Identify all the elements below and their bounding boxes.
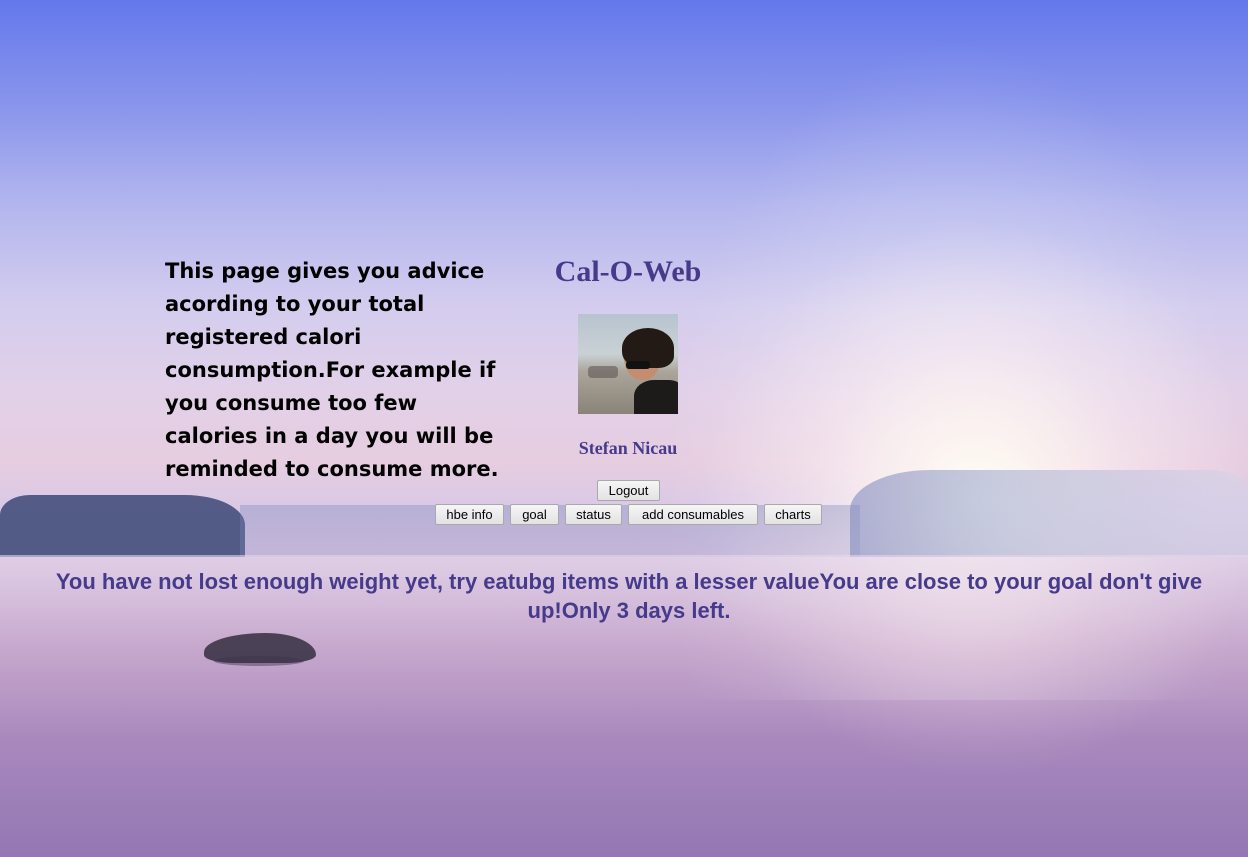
nav-button-add-consumables[interactable]: add consumables [628,504,758,525]
avatar-glasses [626,361,650,369]
treeline-right [850,470,1248,557]
status-message: You have not lost enough weight yet, try… [55,569,1203,623]
nav-button-charts[interactable]: charts [764,504,822,525]
nav-button-hbe-info[interactable]: hbe info [435,504,504,525]
site-title: Cal-O-Web [554,255,702,288]
nav-button-goal[interactable]: goal [510,504,559,525]
treeline-left [0,495,245,557]
advice-description: This page gives you advice acording to y… [165,259,499,481]
nav-button-status[interactable]: status [565,504,622,525]
user-name: Stefan Nicau [578,438,678,458]
avatar [578,314,678,414]
avatar-background-figures [588,366,618,378]
avatar-body [634,380,678,414]
logout-button[interactable]: Logout [597,480,660,501]
rock-reflection [214,656,304,666]
